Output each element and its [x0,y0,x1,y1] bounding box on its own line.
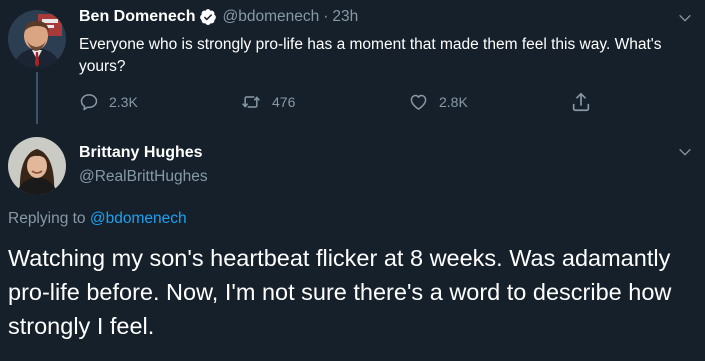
separator-dot: · [323,8,329,25]
retweet-icon [242,96,260,108]
like-count: 2.8K [439,94,468,110]
verified-badge-icon [199,8,217,26]
reply-author-handle[interactable]: @RealBrittHughes [79,168,208,186]
thread-connector-line [36,72,38,124]
share-button[interactable] [570,90,602,114]
heart-icon [410,94,427,110]
avatar-brittany-hughes[interactable] [8,137,66,195]
retweet-count: 476 [272,94,296,110]
author-handle[interactable]: @bdomenech [222,8,319,26]
reply-button[interactable]: 2.3K [79,90,138,114]
reply-count: 2.3K [109,94,138,110]
avatar-image [8,10,66,68]
replying-to-label: Replying to [8,210,86,227]
tweet-timestamp[interactable]: 23h [332,8,358,26]
chevron-down-icon[interactable] [677,144,693,160]
reply-icon [80,94,98,111]
like-button[interactable]: 2.8K [408,90,468,114]
reply-author-name[interactable]: Brittany Hughes [79,144,203,162]
tweet-header: Ben Domenech @bdomenech · 23h [79,6,358,28]
replying-to: Replying to @bdomenech [8,210,187,228]
tweet-actions: 2.3K 476 2.8K [79,90,679,114]
share-icon [572,92,590,112]
author-name[interactable]: Ben Domenech [79,8,195,26]
replying-to-link[interactable]: @bdomenech [90,210,187,227]
avatar-ben-domenech[interactable] [8,10,66,68]
reply-tweet-text: Watching my son's heartbeat flicker at 8… [8,245,672,339]
tweet-text: Everyone who is strongly pro-life has a … [79,36,662,75]
chevron-down-icon[interactable] [677,10,693,26]
avatar-image [8,137,66,195]
retweet-button[interactable]: 476 [240,90,295,114]
